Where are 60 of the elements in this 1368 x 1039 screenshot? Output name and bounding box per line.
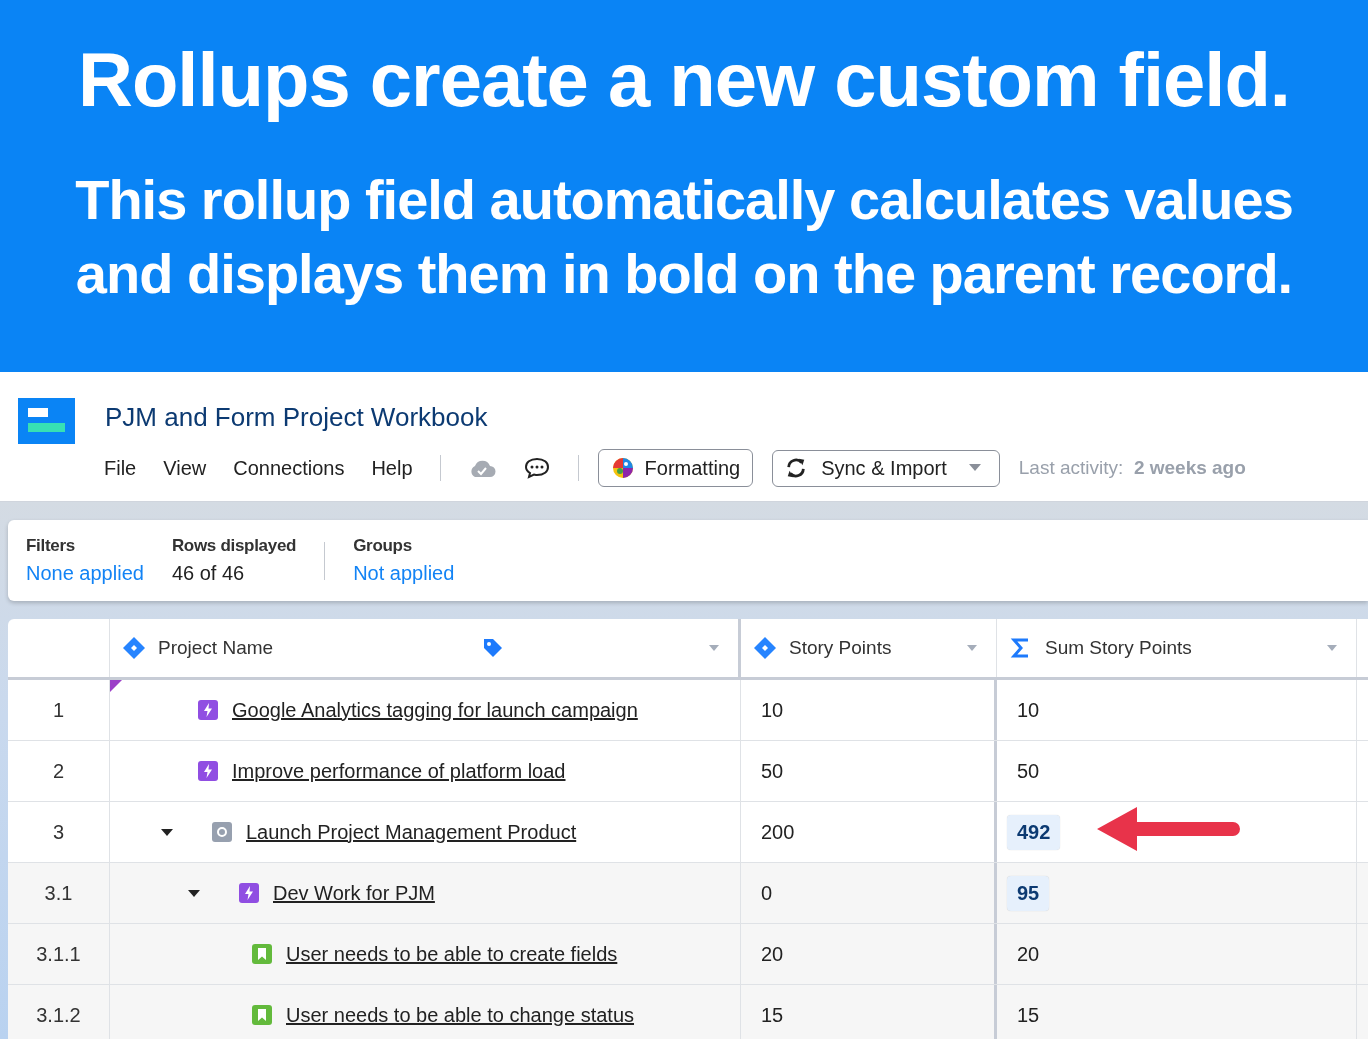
- summary-label: Rows displayed: [171, 536, 297, 556]
- diamond-icon: [753, 636, 777, 660]
- table-cell: 200: [761, 820, 795, 844]
- menu-item[interactable]: View: [163, 456, 207, 480]
- bookmark-icon: [252, 1005, 272, 1025]
- diamond-icon: [122, 636, 146, 660]
- summary-value: 46 of 46: [171, 562, 246, 585]
- issue-link[interactable]: Dev Work for PJM: [273, 881, 435, 905]
- row-number: 1: [52, 698, 65, 722]
- table-cell: 50: [1017, 759, 1040, 783]
- column-header[interactable]: Sum Story Points: [1045, 637, 1192, 659]
- bookmark-icon: [252, 944, 272, 964]
- table-cell: 50: [761, 759, 784, 783]
- row-number: 3.1.1: [36, 942, 81, 966]
- rollup-value: 492: [1007, 814, 1061, 850]
- table-cell: 10: [1017, 698, 1040, 722]
- workbook-title: PJM and Form Project Workbook: [105, 402, 488, 433]
- summary-label: Groups: [353, 536, 413, 556]
- lightning-icon: [239, 883, 259, 903]
- menu-item[interactable]: File: [104, 456, 137, 480]
- caret-icon[interactable]: [708, 644, 720, 652]
- menu-item[interactable]: Connections: [233, 456, 345, 480]
- lightning-icon: [198, 761, 218, 781]
- issue-link[interactable]: Google Analytics tagging for launch campaign: [232, 698, 638, 722]
- chat-icon[interactable]: [522, 457, 551, 479]
- table-cell: 15: [761, 1003, 784, 1027]
- banner-subhead: This rollup field automatically calculates values and displays them in bold on the parent record.: [74, 167, 1294, 307]
- sync-import-button[interactable]: Sync & Import: [772, 449, 1000, 487]
- issue-link[interactable]: User needs to be able to create fields: [286, 942, 618, 966]
- sync-icon: [785, 457, 808, 479]
- table-cell: 20: [1017, 942, 1040, 966]
- table-cell: 10: [761, 698, 784, 722]
- row-number: 3: [52, 820, 65, 844]
- column-header[interactable]: Story Points: [789, 637, 892, 659]
- caret-icon[interactable]: [966, 644, 978, 652]
- expand-caret-icon[interactable]: [187, 888, 201, 898]
- row-number: 2: [52, 759, 65, 783]
- expand-caret-icon[interactable]: [160, 827, 174, 837]
- rollup-value: 95: [1007, 875, 1050, 911]
- issue-link[interactable]: Launch Project Management Product: [246, 820, 577, 844]
- issue-link[interactable]: User needs to be able to change status: [286, 1003, 634, 1027]
- column-header[interactable]: Project Name: [158, 637, 274, 659]
- table-cell: 15: [1017, 1003, 1040, 1027]
- row-number: 3.1.2: [36, 1003, 81, 1027]
- banner-headline: Rollups create a new custom field.: [78, 36, 1290, 123]
- formatting-button[interactable]: Formatting: [597, 449, 754, 487]
- caret-icon: [968, 464, 981, 472]
- summary-link[interactable]: None applied: [26, 562, 144, 585]
- summary-label: Filters: [26, 536, 76, 556]
- table-cell: 20: [761, 942, 784, 966]
- row-number: 3.1: [44, 881, 73, 905]
- table-cell: 0: [761, 881, 773, 905]
- caret-icon[interactable]: [1326, 644, 1338, 652]
- app-logo: [18, 398, 75, 444]
- lightning-icon: [198, 700, 218, 720]
- summary-link[interactable]: Not applied: [353, 562, 455, 585]
- issue-link[interactable]: Improve performance of platform load: [232, 759, 566, 783]
- palette-icon: [610, 456, 635, 480]
- menu-item[interactable]: Help: [371, 456, 413, 480]
- last-activity: Last activity: 2 weeks ago: [1018, 457, 1246, 479]
